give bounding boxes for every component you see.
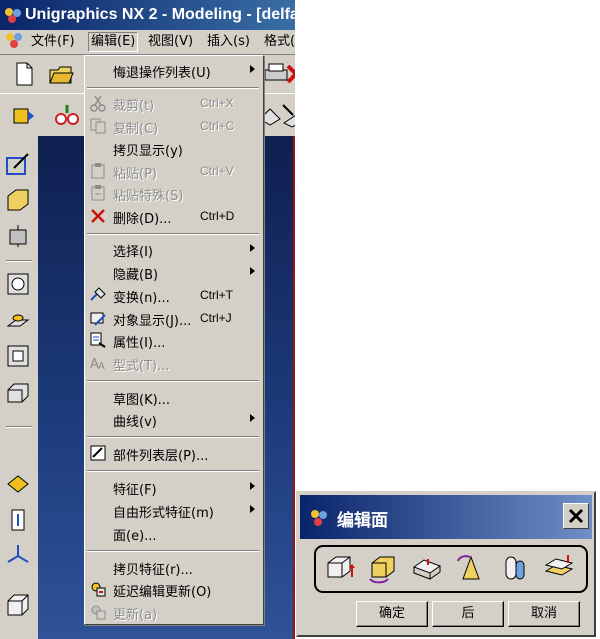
taper-face-icon[interactable] [454, 551, 488, 585]
revolve-icon[interactable] [4, 222, 32, 250]
face-edit-tool-group [314, 545, 588, 593]
svg-text:A: A [98, 361, 105, 372]
menu-item-transform[interactable]: 变换(n)... Ctrl+T [85, 284, 263, 306]
submenu-arrow-icon [250, 267, 255, 275]
menu-item-copy[interactable]: 复制(C) Ctrl+C [85, 115, 263, 137]
menu-bar: 文件(F) 编辑(E) 视图(V) 插入(s) 格式( [0, 30, 295, 55]
pocket-icon[interactable] [4, 342, 32, 370]
menu-item-style[interactable]: AA 型式(T)... [85, 352, 263, 374]
assemblies-icon[interactable] [53, 101, 81, 129]
menu-item-delete[interactable]: 删除(D)... Ctrl+D [85, 205, 263, 227]
menu-format[interactable]: 格式( [264, 33, 295, 51]
ok-button[interactable]: 确定 [356, 601, 428, 627]
menu-item-freeform-feature[interactable]: 自由形式特征(m) [85, 499, 263, 521]
menu-item-update[interactable]: 更新(a) [85, 601, 263, 623]
delete-icon[interactable] [284, 60, 295, 88]
app-menu-icon[interactable] [3, 29, 25, 51]
menu-item-part-list-layers[interactable]: 部件列表层(P)... [85, 442, 263, 464]
resize-face-icon[interactable] [498, 551, 532, 585]
pad-icon[interactable] [4, 378, 32, 406]
menu-separator [87, 470, 259, 472]
menu-item-face[interactable]: 面(e)... [85, 522, 263, 544]
boss-icon[interactable] [4, 306, 32, 334]
ug-logo-icon [308, 507, 330, 529]
dialog-title-bar[interactable]: 编辑面 [300, 495, 592, 539]
menu-item-hide[interactable]: 隐藏(B) [85, 261, 263, 283]
menu-item-select[interactable]: 选择(I) [85, 238, 263, 260]
menu-insert[interactable]: 插入(s) [207, 33, 250, 51]
canvas-border [293, 136, 295, 639]
transform-icon [89, 286, 107, 304]
delay-update-icon [89, 580, 107, 598]
delete-x-icon [89, 207, 107, 225]
menu-item-copy-feature[interactable]: 拷贝特征(r)... [85, 556, 263, 578]
block-icon[interactable] [4, 591, 32, 619]
csys-icon[interactable] [4, 542, 32, 570]
menu-separator [87, 550, 259, 552]
rotate-face-icon[interactable] [366, 551, 400, 585]
update-icon [89, 603, 107, 621]
close-button[interactable] [563, 503, 589, 529]
datum-icon[interactable] [4, 506, 32, 534]
menu-separator [87, 233, 259, 235]
close-icon [568, 508, 584, 524]
title-bar[interactable]: Unigraphics NX 2 - Modeling - [delfa [0, 0, 295, 30]
properties-icon [89, 331, 107, 349]
menu-separator [87, 380, 259, 382]
submenu-arrow-icon [250, 414, 255, 422]
style-text-icon: AA [89, 354, 107, 372]
part-list-icon [89, 444, 107, 462]
window-title: Unigraphics NX 2 - Modeling - [delfa [25, 6, 295, 23]
menu-separator [87, 436, 259, 438]
menu-separator [87, 87, 259, 89]
submenu-arrow-icon [250, 482, 255, 490]
submenu-arrow-icon [250, 65, 255, 73]
menu-edit[interactable]: 编辑(E) [88, 32, 139, 52]
paste-special-icon [89, 184, 107, 202]
back-button[interactable]: 后 [432, 601, 504, 627]
menu-item-delay-update[interactable]: 延迟编辑更新(O) [85, 578, 263, 600]
move-face-icon[interactable] [324, 551, 358, 585]
copy-icon [89, 117, 107, 135]
menu-item-paste-special[interactable]: 粘贴特殊(S) [85, 182, 263, 204]
toolbar-separator [6, 426, 32, 428]
edit-face-dialog: 编辑面 确定 后 取消 [296, 491, 596, 637]
menu-item-feature[interactable]: 特征(F) [85, 476, 263, 498]
menu-view[interactable]: 视图(V) [148, 33, 193, 51]
cancel-button[interactable]: 取消 [508, 601, 580, 627]
menu-item-cut[interactable]: 裁剪(t) Ctrl+X [85, 92, 263, 114]
submenu-arrow-icon [250, 244, 255, 252]
toolbar-separator [6, 260, 32, 262]
object-display-icon [89, 309, 107, 327]
submenu-arrow-icon [250, 505, 255, 513]
replace-face-icon[interactable] [542, 551, 576, 585]
analysis-icon[interactable] [280, 101, 295, 129]
open-folder-icon[interactable] [47, 60, 75, 88]
menu-item-properties[interactable]: 属性(I)... [85, 329, 263, 351]
feature-icon[interactable] [10, 101, 38, 129]
menu-item-object-display[interactable]: 对象显示(J)... Ctrl+J [85, 307, 263, 329]
ug-logo-icon [3, 6, 23, 29]
menu-item-curve[interactable]: 曲线(v) [85, 408, 263, 430]
scissors-icon [89, 94, 107, 112]
menu-item-copy-display[interactable]: 拷贝显示(y) [85, 137, 263, 159]
menu-file[interactable]: 文件(F) [31, 33, 75, 51]
left-vertical-toolbar [0, 136, 39, 639]
edit-menu-dropdown: 悔退操作列表(U) 裁剪(t) Ctrl+X 复制(C) Ctrl+C 拷贝显示… [84, 55, 264, 625]
paste-icon [89, 162, 107, 180]
dialog-title: 编辑面 [337, 511, 388, 531]
menu-item-paste[interactable]: 粘贴(P) Ctrl+V [85, 160, 263, 182]
menu-item-sketch[interactable]: 草图(K)... [85, 386, 263, 408]
menu-item-undo-list[interactable]: 悔退操作列表(U) [85, 59, 263, 81]
sketch-icon[interactable] [4, 150, 32, 178]
offset-face-icon[interactable] [410, 551, 444, 585]
hole-icon[interactable] [4, 270, 32, 298]
blend-icon[interactable] [4, 470, 32, 498]
extrude-icon[interactable] [4, 186, 32, 214]
new-file-icon[interactable] [10, 60, 38, 88]
